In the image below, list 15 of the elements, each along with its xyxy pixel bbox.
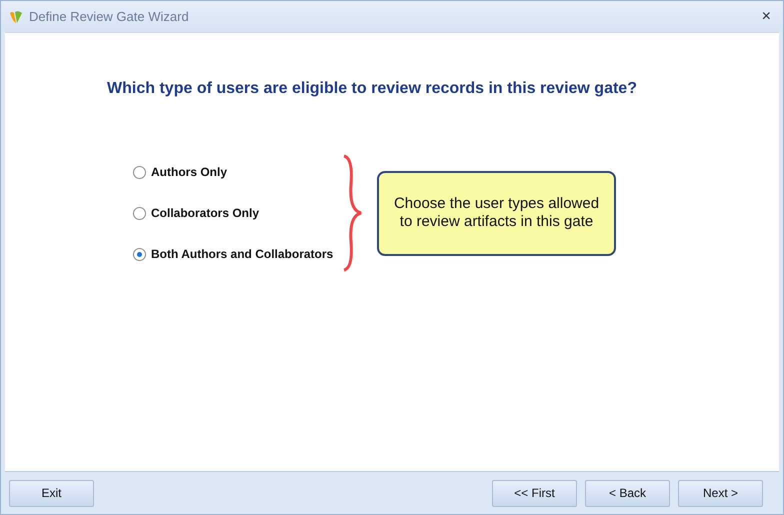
radio-button[interactable] xyxy=(133,166,146,178)
callout-note: Choose the user types allowed to review artifacts in this gate xyxy=(377,170,616,256)
question-heading: Which type of users are eligible to review records in this review gate? xyxy=(107,80,637,98)
nav-button[interactable]: << First xyxy=(492,480,577,506)
window-title: Define Review Gate Wizard xyxy=(29,9,190,24)
option-label[interactable]: Both Authors and Collaborators xyxy=(151,247,334,261)
radio-button[interactable] xyxy=(133,248,146,260)
app-logo-icon xyxy=(9,10,23,24)
option-label[interactable]: Authors Only xyxy=(151,165,228,179)
close-button[interactable]: × xyxy=(762,8,775,26)
option-label[interactable]: Collaborators Only xyxy=(151,206,260,220)
exit-button[interactable]: Exit xyxy=(9,480,94,506)
nav-button[interactable]: < Back xyxy=(585,480,670,506)
nav-button[interactable]: Next > xyxy=(678,480,763,506)
radio-button[interactable] xyxy=(133,206,146,220)
